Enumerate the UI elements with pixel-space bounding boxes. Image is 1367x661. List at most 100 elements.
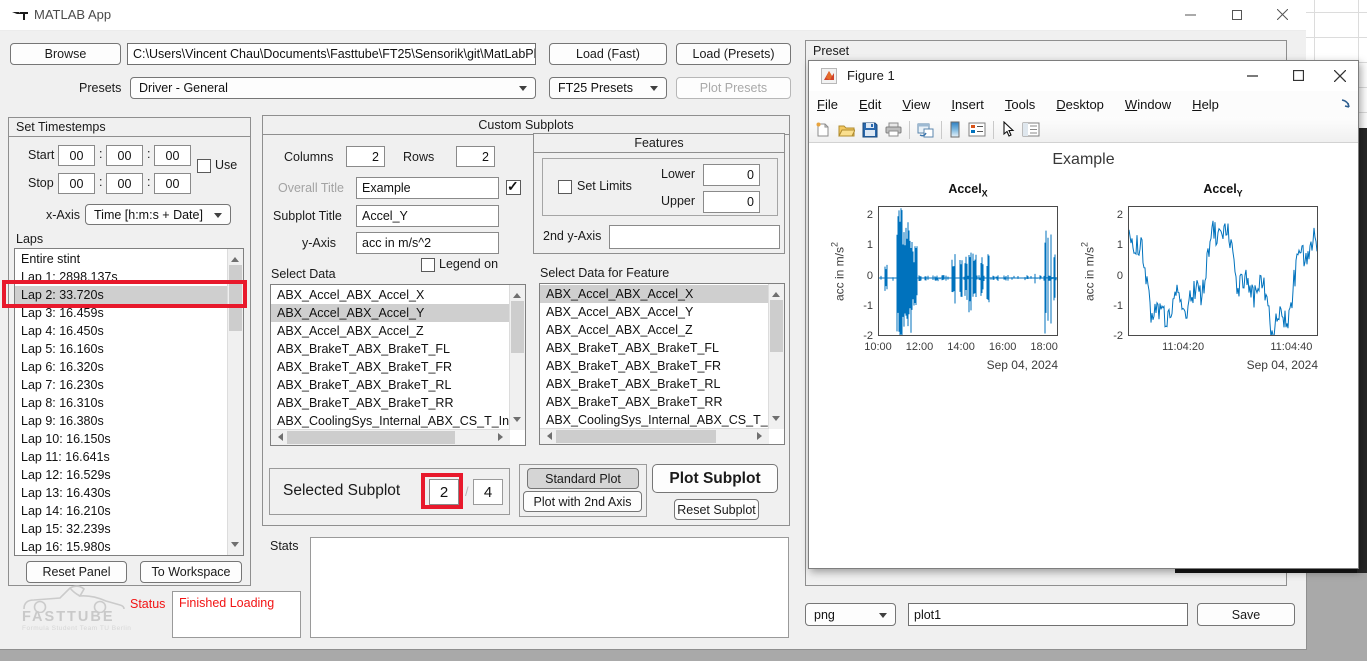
data-list-item[interactable]: ABX_CoolingSys_Internal_ABX_CS_T_InvL <box>271 412 510 430</box>
select-data-hscroll[interactable] <box>271 429 510 445</box>
feature-data-listbox[interactable]: ABX_Accel_ABX_Accel_X ABX_Accel_ABX_Accel… <box>539 283 785 445</box>
upper-field[interactable]: 0 <box>703 191 760 213</box>
data-list-item[interactable]: ABX_BrakeT_ABX_BrakeT_RR <box>271 394 510 412</box>
scroll-thumb[interactable] <box>287 431 455 444</box>
lap-list-item[interactable]: Lap 12: 16.529s <box>15 466 228 484</box>
stop-hour-field[interactable]: 00 <box>58 173 95 194</box>
link-plot-icon[interactable] <box>917 122 934 138</box>
app-minimize-button[interactable] <box>1168 0 1213 29</box>
data-list-item[interactable]: ABX_Accel_ABX_Accel_X <box>271 286 510 304</box>
app-maximize-button[interactable] <box>1214 0 1259 29</box>
data-list-item[interactable]: ABX_Accel_ABX_Accel_Y <box>271 304 510 322</box>
app-close-button[interactable] <box>1260 0 1305 29</box>
x-axis-dropdown[interactable]: Time [h:m:s + Date] <box>85 204 231 225</box>
reset-subplot-button[interactable]: Reset Subplot <box>674 499 759 520</box>
reset-panel-button[interactable]: Reset Panel <box>26 561 127 583</box>
laps-vertical-scrollbar[interactable] <box>227 249 243 555</box>
lap-list-item[interactable]: Lap 5: 16.160s <box>15 340 228 358</box>
feature-list-item[interactable]: ABX_Accel_ABX_Accel_X <box>540 285 769 303</box>
save-button[interactable]: Save <box>1197 603 1295 626</box>
ft25-presets-dropdown[interactable]: FT25 Presets <box>549 77 667 99</box>
use-checkbox[interactable] <box>197 159 211 173</box>
load-presets-button[interactable]: Load (Presets) <box>676 43 791 65</box>
figure-menu-item[interactable]: Tools <box>1005 97 1035 112</box>
figure-menu-item[interactable]: Desktop <box>1056 97 1104 112</box>
lap-list-item[interactable]: Lap 14: 16.210s <box>15 502 228 520</box>
plot-box[interactable] <box>878 206 1058 336</box>
figure-menu-item[interactable]: View <box>902 97 930 112</box>
feature-list-item[interactable]: ABX_BrakeT_ABX_BrakeT_RR <box>540 393 769 411</box>
presets-dropdown[interactable]: Driver - General <box>130 77 536 99</box>
lap-list-item[interactable]: Lap 1: 2898.137s <box>15 268 228 286</box>
figure-minimize-button[interactable] <box>1230 61 1274 90</box>
y-axis-field[interactable]: acc in m/s^2 <box>356 232 499 254</box>
legend-on-checkbox[interactable] <box>421 258 435 272</box>
load-fast-button[interactable]: Load (Fast) <box>549 43 667 65</box>
scroll-thumb[interactable] <box>770 300 783 352</box>
browse-button[interactable]: Browse <box>10 43 121 65</box>
columns-field[interactable]: 2 <box>346 146 385 167</box>
lap-list-item[interactable]: Lap 9: 16.380s <box>15 412 228 430</box>
lap-list-item[interactable]: Lap 10: 16.150s <box>15 430 228 448</box>
lap-list-item[interactable]: Lap 11: 16.641s <box>15 448 228 466</box>
scroll-thumb[interactable] <box>556 430 716 443</box>
standard-plot-button[interactable]: Standard Plot <box>527 468 639 489</box>
overall-title-checkbox[interactable] <box>506 180 521 195</box>
feature-data-hscroll[interactable] <box>540 428 769 444</box>
start-minute-field[interactable]: 00 <box>106 145 143 166</box>
path-field[interactable]: C:\Users\Vincent Chau\Documents\Fasttube… <box>127 43 536 65</box>
open-file-icon[interactable] <box>838 122 855 138</box>
scroll-thumb[interactable] <box>511 301 524 353</box>
figure-menu-item[interactable]: Insert <box>951 97 984 112</box>
select-data-vscroll[interactable] <box>509 285 525 430</box>
lap-list-item[interactable]: Lap 6: 16.320s <box>15 358 228 376</box>
lap-list-item[interactable]: Lap 2: 33.720s <box>15 286 228 304</box>
cursor-arrow-icon[interactable] <box>1001 121 1015 138</box>
new-figure-icon[interactable] <box>815 122 831 138</box>
figure-close-button[interactable] <box>1322 61 1358 90</box>
plot-box[interactable] <box>1128 206 1318 336</box>
lap-list-item[interactable]: Lap 4: 16.450s <box>15 322 228 340</box>
plot-subplot-button[interactable]: Plot Subplot <box>652 464 778 493</box>
figure-menu-item[interactable]: Edit <box>859 97 881 112</box>
rows-field[interactable]: 2 <box>456 146 495 167</box>
feature-list-item[interactable]: ABX_BrakeT_ABX_BrakeT_RL <box>540 375 769 393</box>
start-hour-field[interactable]: 00 <box>58 145 95 166</box>
figure-menu-item[interactable]: Help <box>1192 97 1219 112</box>
plot-2nd-axis-button[interactable]: Plot with 2nd Axis <box>523 491 642 512</box>
lap-list-item[interactable]: Lap 13: 16.430s <box>15 484 228 502</box>
figure-menu-item[interactable]: File <box>817 97 838 112</box>
feature-list-item[interactable]: ABX_BrakeT_ABX_BrakeT_FL <box>540 339 769 357</box>
set-limits-checkbox[interactable] <box>558 180 572 194</box>
figure-menu-item[interactable]: Window <box>1125 97 1171 112</box>
feature-data-vscroll[interactable] <box>768 284 784 429</box>
stop-second-field[interactable]: 00 <box>154 173 191 194</box>
selected-subplot-current-field[interactable]: 2 <box>429 479 459 505</box>
data-list-item[interactable]: ABX_BrakeT_ABX_BrakeT_RL <box>271 376 510 394</box>
plot-presets-button[interactable]: Plot Presets <box>676 77 791 99</box>
lap-list-item[interactable]: Lap 16: 15.980s <box>15 538 228 556</box>
lap-list-item[interactable]: Lap 8: 16.310s <box>15 394 228 412</box>
feature-list-item[interactable]: ABX_BrakeT_ABX_BrakeT_FR <box>540 357 769 375</box>
feature-list-item[interactable]: ABX_Accel_ABX_Accel_Z <box>540 321 769 339</box>
format-dropdown[interactable]: png <box>805 603 896 626</box>
dock-arrow-icon[interactable] <box>1341 99 1352 110</box>
overall-title-field[interactable]: Example <box>356 177 499 199</box>
to-workspace-button[interactable]: To Workspace <box>140 561 242 583</box>
filename-field[interactable]: plot1 <box>908 603 1188 626</box>
print-icon[interactable] <box>885 122 902 138</box>
figure-maximize-button[interactable] <box>1276 61 1320 90</box>
second-y-axis-field[interactable] <box>609 225 780 249</box>
colorbar-icon[interactable] <box>949 121 961 138</box>
legend-icon[interactable] <box>968 122 986 137</box>
select-data-listbox[interactable]: ABX_Accel_ABX_Accel_XABX_Accel_ABX_Accel… <box>270 284 526 446</box>
lap-list-item[interactable]: Entire stint <box>15 250 228 268</box>
data-list-item[interactable]: ABX_Accel_ABX_Accel_Z <box>271 322 510 340</box>
save-icon[interactable] <box>862 122 878 138</box>
scroll-thumb[interactable] <box>229 265 242 331</box>
lap-list-item[interactable]: Lap 15: 32.239s <box>15 520 228 538</box>
lap-list-item[interactable]: Lap 3: 16.459s <box>15 304 228 322</box>
property-inspector-icon[interactable] <box>1022 122 1040 137</box>
lap-list-item[interactable]: Lap 7: 16.230s <box>15 376 228 394</box>
feature-list-item[interactable]: ABX_CoolingSys_Internal_ABX_CS_T_Inv <box>540 411 769 429</box>
